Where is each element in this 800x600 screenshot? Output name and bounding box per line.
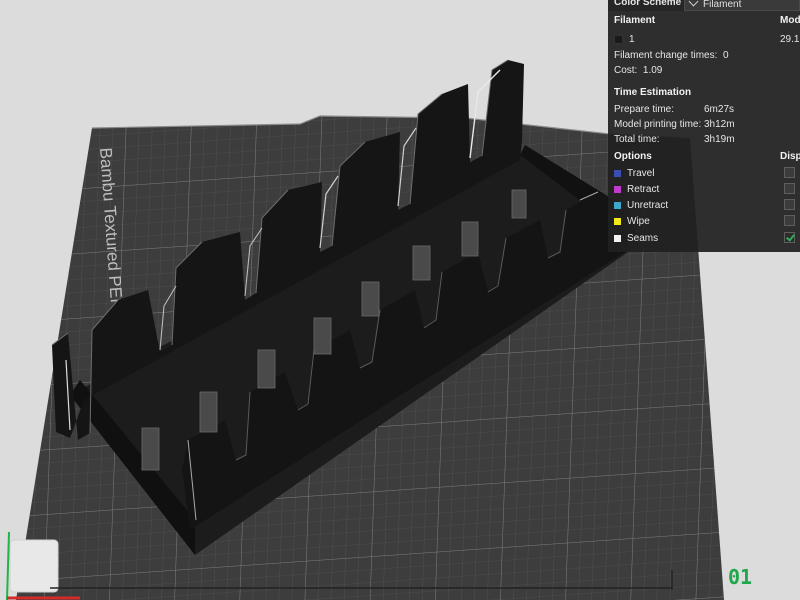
filament-row: 1 — [614, 34, 635, 45]
option-label: Travel — [627, 168, 655, 179]
origin-marker — [9, 539, 59, 593]
option-label: Unretract — [627, 200, 669, 211]
option-label: Wipe — [627, 216, 650, 227]
travel-color-swatch — [614, 169, 621, 177]
slice-info-panel: Color Scheme Filament Filament Mod 1 29.… — [608, 0, 800, 252]
prepare-time-label: Prepare time: — [614, 104, 675, 115]
y-axis-indicator — [6, 531, 10, 600]
model-header: Mod — [780, 15, 800, 26]
seams-color-swatch — [614, 234, 621, 242]
filament-header: Filament — [614, 15, 656, 26]
total-time-value: 3h19m — [704, 134, 735, 145]
option-label: Seams — [627, 233, 659, 244]
time-estimation-header: Time Estimation — [614, 87, 692, 98]
unretract-color-swatch — [614, 201, 621, 209]
total-time-label: Total time: — [614, 134, 660, 145]
filament-change-row: Filament change times: 0 — [614, 50, 729, 61]
color-scheme-value: Filament — [703, 0, 742, 10]
filament-model-value: 29.1 — [780, 34, 800, 45]
retract-display-checkbox[interactable] — [784, 183, 795, 194]
retract-color-swatch — [614, 185, 621, 193]
cost-row: Cost: 1.09 — [614, 65, 663, 76]
wipe-display-checkbox[interactable] — [784, 215, 795, 226]
options-header: Options — [614, 151, 652, 162]
color-scheme-label: Color Scheme — [614, 0, 682, 8]
seams-display-checkbox[interactable] — [784, 232, 795, 243]
color-scheme-select[interactable]: Filament — [684, 0, 800, 11]
display-header: Disp — [780, 151, 800, 162]
chevron-down-icon — [688, 0, 699, 7]
layer-number[interactable]: 01 — [728, 565, 752, 589]
option-label: Retract — [627, 184, 660, 195]
wipe-color-swatch — [614, 217, 621, 225]
prepare-time-value: 6m27s — [704, 104, 735, 115]
unretract-display-checkbox[interactable] — [784, 199, 795, 210]
travel-display-checkbox[interactable] — [784, 167, 795, 178]
model-printing-label: Model printing time: — [614, 119, 702, 130]
model-printing-value: 3h12m — [704, 119, 735, 130]
filament-color-swatch — [614, 34, 623, 44]
